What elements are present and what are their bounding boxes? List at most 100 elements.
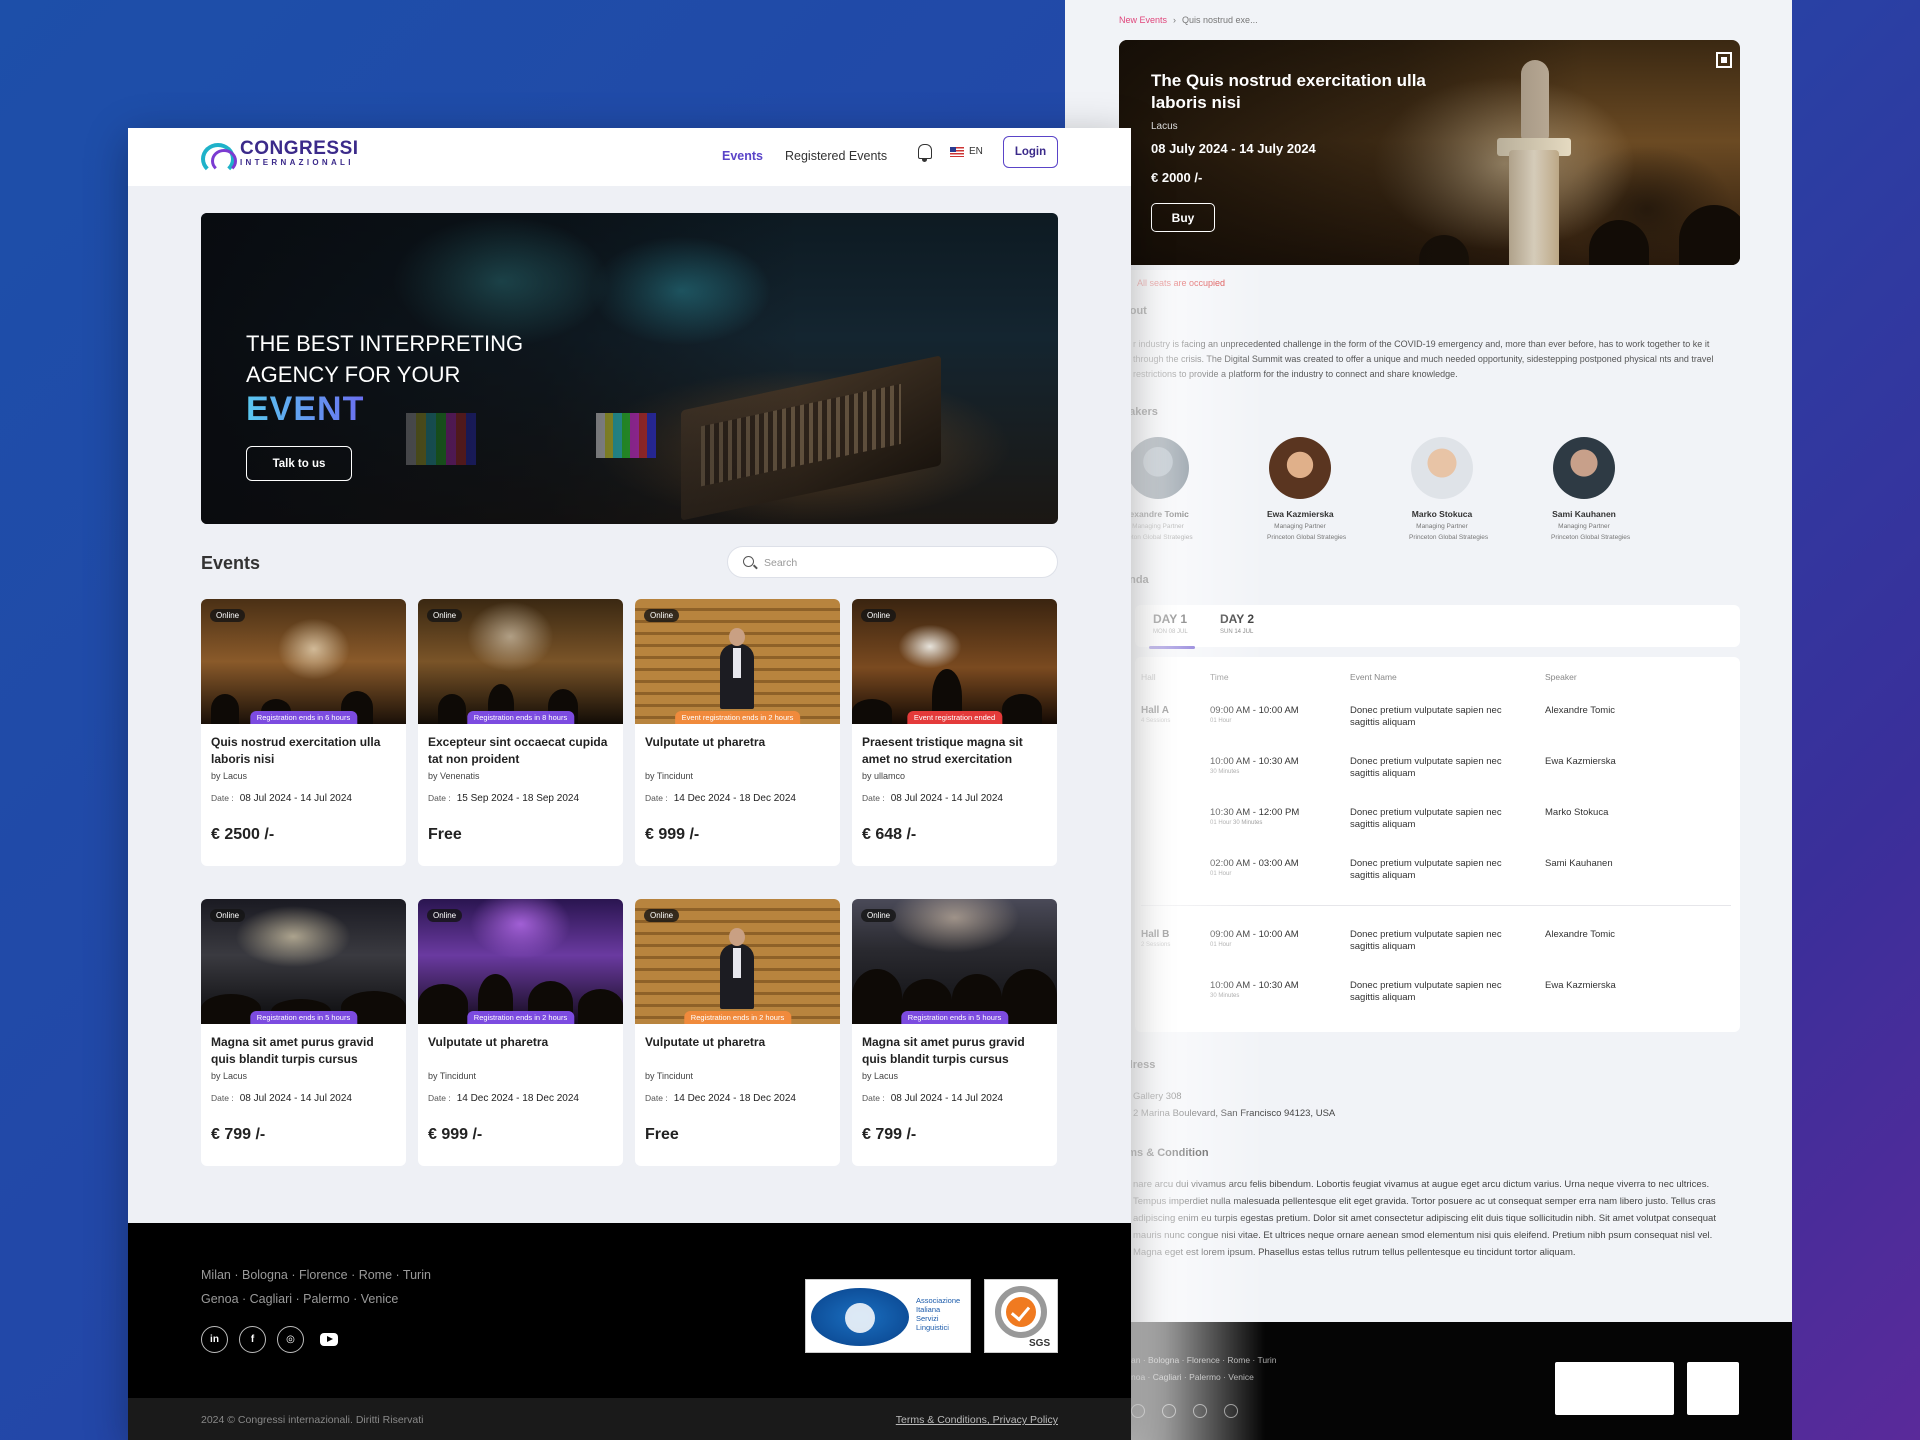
speaker-role: Managing Partner <box>1132 523 1184 530</box>
breadcrumb-new-events[interactable]: New Events <box>1119 15 1167 25</box>
event-card[interactable]: Online Registration ends in 5 hours Magn… <box>201 899 406 1166</box>
about-text: r industry is facing an unprecedented ch… <box>1133 339 1714 379</box>
federlingue-logo <box>1555 1362 1674 1415</box>
event-organizer: by Tincidunt <box>428 1071 477 1081</box>
search-input[interactable] <box>764 553 1044 573</box>
chevron-right-icon: › <box>1173 15 1177 25</box>
event-card[interactable]: Online Registration ends in 2 hours Vulp… <box>635 899 840 1166</box>
session-time: 09:00 AM - 10:00 AM <box>1210 705 1299 716</box>
avatar <box>1411 437 1473 499</box>
date-value: 08 Jul 2024 - 14 Jul 2024 <box>239 1093 352 1104</box>
event-card[interactable]: Online Registration ends in 2 hours Vulp… <box>418 899 623 1166</box>
online-badge: Online <box>210 609 246 622</box>
event-date: Date : 14 Dec 2024 - 18 Dec 2024 <box>645 793 796 804</box>
linkedin-icon[interactable]: in <box>201 1326 228 1353</box>
facebook-icon[interactable]: f <box>239 1326 266 1353</box>
registration-status: Registration ends in 8 hours <box>466 711 575 724</box>
speaker-card[interactable]: lexandre Tomic Managing Partner ceton Gl… <box>1125 437 1193 541</box>
event-card[interactable]: Online Registration ends in 6 hours Quis… <box>201 599 406 866</box>
facebook-icon[interactable] <box>1162 1404 1176 1418</box>
language-selector[interactable]: EN <box>950 146 983 157</box>
event-detail-hero: The Quis nostrud exercitation ulla labor… <box>1119 40 1740 265</box>
speaker-role: Managing Partner <box>1274 523 1326 530</box>
sgs-certification-logo: SGS <box>984 1279 1058 1353</box>
online-badge: Online <box>644 909 680 922</box>
buy-button[interactable]: Buy <box>1151 203 1215 232</box>
event-card[interactable]: Online Event registration ended Praesent… <box>852 599 1057 866</box>
youtube-icon[interactable] <box>1224 1404 1238 1418</box>
qr-code-icon[interactable] <box>1716 52 1732 68</box>
event-price: € 999 /- <box>428 1126 483 1143</box>
federlingue-text: Associazione Italiana Servizi Linguistic… <box>916 1296 960 1332</box>
logo-text-secondary: INTERNAZIONALI <box>240 158 354 167</box>
federlingue-text-line: Servizi <box>916 1314 939 1323</box>
session-duration: 30 Minutes <box>1210 769 1240 775</box>
search-bar[interactable] <box>727 546 1058 578</box>
event-title: Excepteur sint occaecat cupida tat non p… <box>428 735 608 766</box>
speaker-company: ceton Global Strategies <box>1125 534 1193 541</box>
sgs-label: SGS <box>1029 1338 1051 1349</box>
federlingue-text-line: Associazione <box>916 1296 961 1305</box>
footer-legal-links[interactable]: Terms & Conditions, Privacy Policy <box>896 1414 1058 1426</box>
tab-day-label: DAY 1 <box>1153 612 1188 626</box>
linkedin-icon[interactable] <box>1131 1404 1145 1418</box>
instagram-icon[interactable] <box>1193 1404 1207 1418</box>
registration-status: Registration ends in 2 hours <box>466 1011 575 1024</box>
tab-day-1[interactable]: DAY 1 MON 08 JUL <box>1149 612 1195 649</box>
footer-cities-line: Genoa · Cagliari · Palermo · Venice <box>201 1292 399 1306</box>
agenda-header-event: Event Name <box>1350 672 1397 682</box>
site-logo[interactable]: CONGRESSI INTERNAZIONALI <box>201 139 359 175</box>
session-name: Donec pretium vulputate sapien nec sagit… <box>1350 980 1502 1003</box>
event-image: Online Registration ends in 8 hours <box>418 599 623 724</box>
date-value: 08 Jul 2024 - 14 Jul 2024 <box>890 1093 1003 1104</box>
agenda-header-time: Time <box>1210 672 1229 682</box>
event-image: Online Registration ends in 2 hours <box>418 899 623 1024</box>
footer-cities-line: noa · Cagliari · Palermo · Venice <box>1131 1372 1254 1382</box>
footer-socials: in f ◎ <box>201 1326 342 1353</box>
bell-icon[interactable] <box>917 144 932 162</box>
date-label: Date : <box>211 793 234 803</box>
nav-events[interactable]: Events <box>722 149 763 163</box>
event-organizer: by Venenatis <box>428 771 480 781</box>
event-card[interactable]: Online Registration ends in 5 hours Magn… <box>852 899 1057 1166</box>
speaker-card[interactable]: Sami Kauhanen Managing Partner Princeton… <box>1551 437 1630 541</box>
event-image: Online Registration ends in 6 hours <box>201 599 406 724</box>
session-name: Donec pretium vulputate sapien nec sagit… <box>1350 807 1502 830</box>
registration-status: Registration ends in 6 hours <box>249 711 358 724</box>
event-price: € 799 /- <box>862 1126 917 1143</box>
nav-registered-events[interactable]: Registered Events <box>785 149 887 163</box>
youtube-icon[interactable] <box>315 1326 342 1353</box>
hero-banner: THE BEST INTERPRETING AGENCY FOR YOUR EV… <box>201 213 1058 524</box>
terms-text: nare arcu dui vivamus arcu felis bibendu… <box>1133 1179 1716 1258</box>
session-speaker: Marko Stokuca <box>1545 807 1609 818</box>
date-label: Date : <box>211 1093 234 1103</box>
date-value: 14 Dec 2024 - 18 Dec 2024 <box>673 1093 796 1104</box>
speaker-card[interactable]: Marko Stokuca Managing Partner Princeton… <box>1409 437 1488 541</box>
copyright: 2024 © Congressi internazionali. Diritti… <box>201 1414 424 1426</box>
login-button[interactable]: Login <box>1003 136 1058 168</box>
instagram-icon[interactable]: ◎ <box>277 1326 304 1353</box>
event-card[interactable]: Online Registration ends in 8 hours Exce… <box>418 599 623 866</box>
event-detail-organizer: Lacus <box>1151 121 1178 132</box>
event-price: Free <box>645 1126 679 1143</box>
date-value: 08 Jul 2024 - 14 Jul 2024 <box>239 793 352 804</box>
logo-icon <box>201 141 237 175</box>
talk-to-us-button[interactable]: Talk to us <box>246 446 352 481</box>
footer-bottom-bar: 2024 © Congressi internazionali. Diritti… <box>128 1398 1131 1440</box>
speaker-company: Princeton Global Strategies <box>1267 534 1347 541</box>
tab-day-2[interactable]: DAY 2 SUN 14 JUL <box>1220 612 1254 635</box>
event-card[interactable]: Online Event registration ends in 2 hour… <box>635 599 840 866</box>
registration-status: Registration ends in 2 hours <box>683 1011 792 1024</box>
speaker-card[interactable]: Ewa Kazmierska Managing Partner Princeto… <box>1267 437 1347 541</box>
detail-footer: an · Bologna · Florence · Rome · Turin n… <box>1065 1322 1792 1440</box>
session-speaker: Alexandre Tomic <box>1545 929 1616 940</box>
registration-status: Event registration ended <box>906 711 1003 724</box>
session-name: Donec pretium vulputate sapien nec sagit… <box>1350 756 1502 779</box>
agenda-table: Hall Time Event Name Speaker Hall A 4 Se… <box>1135 657 1740 1032</box>
event-detail-dates: 08 July 2024 - 14 July 2024 <box>1151 141 1316 156</box>
session-speaker: Alexandre Tomic <box>1545 705 1616 716</box>
online-badge: Online <box>210 909 246 922</box>
speakers-list: lexandre Tomic Managing Partner ceton Gl… <box>1125 437 1630 541</box>
online-badge: Online <box>427 909 463 922</box>
event-price: € 2500 /- <box>211 826 275 843</box>
